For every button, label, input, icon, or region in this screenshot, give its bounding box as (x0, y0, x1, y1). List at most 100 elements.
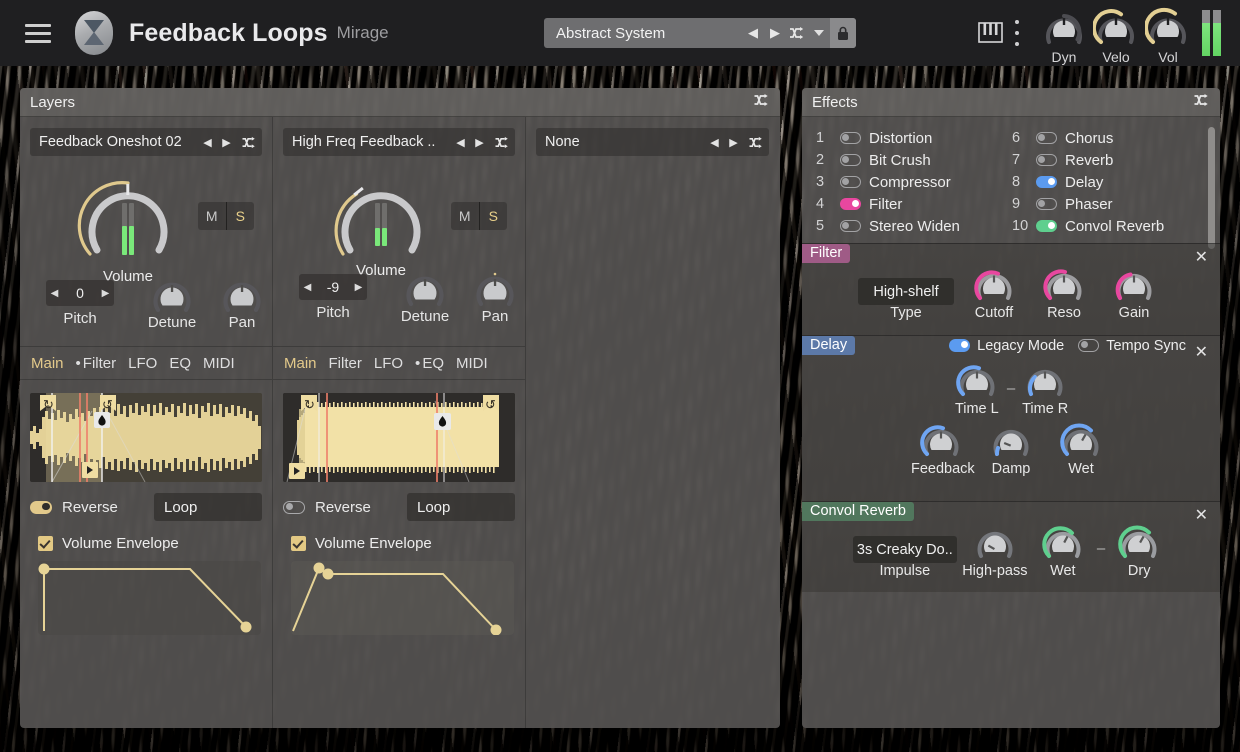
layer-1-next-sample[interactable]: ▶ (217, 136, 236, 149)
layer-1-volume-knob[interactable]: Volume (76, 166, 180, 264)
layer-3-sample-selector[interactable]: None ◀ ▶ (536, 128, 769, 156)
convol-dry-control[interactable]: Dry (1109, 523, 1169, 579)
effect-toggle-stereo-widen[interactable] (840, 220, 861, 233)
convol-highpass-control[interactable]: High-pass (961, 523, 1029, 579)
kebab-menu-icon[interactable] (1014, 20, 1019, 46)
effect-row-phaser[interactable]: 9 Phaser (1012, 193, 1194, 215)
filter-type-select[interactable]: High-shelf (858, 278, 954, 305)
effect-toggle-phaser[interactable] (1036, 198, 1057, 211)
layer-1-prev-sample[interactable]: ◀ (198, 136, 217, 149)
impulse-select[interactable]: 3s Creaky Do.. (853, 536, 957, 563)
layer-2-pitch-down[interactable]: ◀ (299, 282, 316, 293)
keyboard-icon[interactable] (978, 20, 1003, 45)
layer-1-detune-knob[interactable] (149, 274, 195, 318)
impulse-control[interactable]: 3s Creaky Do.. Impulse (853, 536, 957, 579)
filter-reso-control[interactable]: Reso (1034, 265, 1094, 321)
tempo-sync-switch[interactable] (1078, 339, 1099, 352)
filter-cutoff-control[interactable]: Cutoff (964, 265, 1024, 321)
effect-row-compressor[interactable]: 3 Compressor (816, 171, 998, 193)
layer-1-pitch-stepper[interactable]: ◀ 0 ▶ (46, 280, 114, 306)
layer-1-envelope-editor[interactable] (38, 561, 260, 635)
delay-time-r-control[interactable]: Time R (1015, 361, 1075, 417)
effect-toggle-delay[interactable] (1036, 176, 1057, 189)
preset-browser[interactable]: Abstract System ◀ ▶ (544, 18, 856, 48)
filter-gain-control[interactable]: Gain (1104, 265, 1164, 321)
layer-2-tab-eq[interactable]: EQ (415, 355, 444, 372)
layer-2-next-sample[interactable]: ▶ (470, 136, 489, 149)
layer-2-solo-button[interactable]: S (479, 202, 508, 230)
dyn-knob[interactable]: Dyn (1036, 6, 1092, 65)
layer-2-prev-sample[interactable]: ◀ (451, 136, 470, 149)
preset-next-button[interactable]: ▶ (764, 18, 786, 48)
preset-shuffle-icon[interactable] (786, 18, 808, 48)
effect-toggle-distortion[interactable] (840, 132, 861, 145)
layer-2-tab-filter[interactable]: Filter (329, 355, 362, 372)
layer-1-reverse-toggle[interactable] (30, 501, 52, 514)
layer-1-loop-button[interactable]: Loop (154, 493, 262, 521)
hamburger-icon[interactable] (25, 24, 51, 43)
effect-row-distortion[interactable]: 1 Distortion (816, 127, 998, 149)
delay-time-l-control[interactable]: Time L (947, 361, 1007, 417)
layer-1-pan-knob[interactable] (219, 274, 265, 318)
layer-2-volume-knob[interactable]: Volume (329, 166, 433, 264)
layer-2-waveform[interactable]: ↻ ↺ (283, 393, 515, 482)
filter-close-button[interactable]: ✕ (1195, 250, 1208, 266)
effect-toggle-filter[interactable] (840, 198, 861, 211)
layer-1-tab-eq[interactable]: EQ (169, 355, 191, 372)
effect-row-stereo-widen[interactable]: 5 Stereo Widen (816, 215, 998, 237)
layer-3-next-sample[interactable]: ▶ (724, 136, 743, 149)
preset-dropdown-icon[interactable] (808, 18, 830, 48)
filter-type-control[interactable]: High-shelf Type (858, 278, 954, 321)
effect-row-filter[interactable]: 4 Filter (816, 193, 998, 215)
effect-row-delay[interactable]: 8 Delay (1012, 171, 1194, 193)
layers-shuffle-icon[interactable] (753, 93, 770, 112)
layer-2-pitch-up[interactable]: ▶ (350, 282, 367, 293)
convol-wet-control[interactable]: Wet (1033, 523, 1093, 579)
effect-toggle-reverb[interactable] (1036, 154, 1057, 167)
delay-tempo-sync-toggle[interactable]: Tempo Sync (1078, 338, 1186, 354)
layer-2-tab-main[interactable]: Main (284, 355, 317, 372)
layer-1-tab-midi[interactable]: MIDI (203, 355, 235, 372)
effect-row-chorus[interactable]: 6 Chorus (1012, 127, 1194, 149)
layer-1-pitch-down[interactable]: ◀ (46, 288, 63, 299)
layer-2-mute-button[interactable]: M (451, 202, 479, 230)
effect-toggle-chorus[interactable] (1036, 132, 1057, 145)
legacy-mode-switch[interactable] (949, 339, 970, 352)
layer-2-envelope-checkbox[interactable] (291, 536, 306, 551)
layer-2-tab-lfo[interactable]: LFO (374, 355, 403, 372)
layer-1-shuffle-icon[interactable] (236, 136, 262, 149)
convol-wet-dry-link[interactable]: – (1097, 540, 1105, 579)
layer-2-loop-button[interactable]: Loop (407, 493, 515, 521)
delay-time-link[interactable]: – (1007, 380, 1015, 417)
layer-2-envelope-editor[interactable] (291, 561, 513, 635)
effect-row-convol-reverb[interactable]: 10 Convol Reverb (1012, 215, 1194, 237)
layer-1-sample-selector[interactable]: Feedback Oneshot 02 ◀ ▶ (30, 128, 262, 156)
delay-damp-control[interactable]: Damp (981, 421, 1041, 477)
layer-3-prev-sample[interactable]: ◀ (705, 136, 724, 149)
layer-1-envelope-checkbox[interactable] (38, 536, 53, 551)
effect-row-reverb[interactable]: 7 Reverb (1012, 149, 1194, 171)
layer-2-pan-knob[interactable] (472, 268, 518, 312)
layer-1-tab-lfo[interactable]: LFO (128, 355, 157, 372)
layer-2-shuffle-icon[interactable] (489, 136, 515, 149)
layer-2-reverse-toggle[interactable] (283, 501, 305, 514)
layer-2-detune-knob[interactable] (402, 268, 448, 312)
layer-1-waveform[interactable]: ↻ ↺ (30, 393, 262, 482)
delay-legacy-mode-toggle[interactable]: Legacy Mode (949, 338, 1064, 354)
layer-2-pitch-stepper[interactable]: ◀ -9 ▶ (299, 274, 367, 300)
layer-2-mute-solo[interactable]: M S (451, 202, 507, 230)
effects-shuffle-icon[interactable] (1193, 93, 1210, 112)
vol-knob[interactable]: Vol (1140, 6, 1196, 65)
layer-2-tab-midi[interactable]: MIDI (456, 355, 488, 372)
velo-knob[interactable]: Velo (1088, 6, 1144, 65)
effect-toggle-bit-crush[interactable] (840, 154, 861, 167)
layer-1-pitch-up[interactable]: ▶ (97, 288, 114, 299)
layer-1-solo-button[interactable]: S (226, 202, 255, 230)
effect-toggle-convol-reverb[interactable] (1036, 220, 1057, 233)
effect-row-bit-crush[interactable]: 2 Bit Crush (816, 149, 998, 171)
convol-reverb-close-button[interactable]: ✕ (1195, 508, 1208, 524)
delay-wet-control[interactable]: Wet (1051, 421, 1111, 477)
layer-1-tab-filter[interactable]: Filter (76, 355, 117, 372)
delay-close-button[interactable]: ✕ (1195, 345, 1208, 361)
preset-prev-button[interactable]: ◀ (742, 18, 764, 48)
